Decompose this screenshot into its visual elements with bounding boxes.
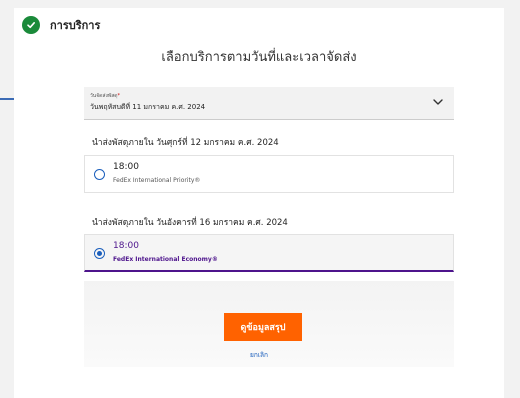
delivery-group-title: นำส่งพัสดุภายใน วันอังคารที่ 16 มกราคม ค…: [92, 218, 288, 228]
section-title: การบริการ: [50, 19, 101, 32]
option-time: 18:00: [113, 241, 139, 251]
service-option-economy[interactable]: 18:00 FedEx International Economy®: [84, 234, 454, 272]
section-header: การบริการ: [22, 16, 100, 34]
radio-icon[interactable]: [94, 169, 105, 180]
ship-date-select[interactable]: วันจัดส่งพัสดุ* วันพฤหัสบดีที่ 11 มกราคม…: [84, 87, 454, 120]
service-card: การบริการ เลือกบริการตามวันที่และเวลาจัด…: [14, 8, 504, 398]
option-service-name: FedEx International Priority®: [113, 177, 201, 184]
chevron-down-icon: [433, 99, 443, 105]
ship-date-value: วันพฤหัสบดีที่ 11 มกราคม ค.ศ. 2024: [90, 103, 206, 111]
delivery-group-title: นำส่งพัสดุภายใน วันศุกร์ที่ 12 มกราคม ค.…: [92, 138, 279, 148]
option-time: 18:00: [113, 162, 139, 172]
radio-icon[interactable]: [94, 248, 105, 259]
service-option-priority[interactable]: 18:00 FedEx International Priority®: [84, 155, 454, 193]
check-circle-icon: [22, 16, 40, 34]
option-service-name: FedEx International Economy®: [113, 256, 218, 263]
view-summary-button[interactable]: ดูข้อมูลสรุป: [224, 313, 302, 341]
cancel-link[interactable]: ยกเลิก: [14, 350, 504, 360]
page-heading: เลือกบริการตามวันที่และเวลาจัดส่ง: [161, 50, 357, 65]
ship-date-label: วันจัดส่งพัสดุ*: [90, 93, 120, 99]
